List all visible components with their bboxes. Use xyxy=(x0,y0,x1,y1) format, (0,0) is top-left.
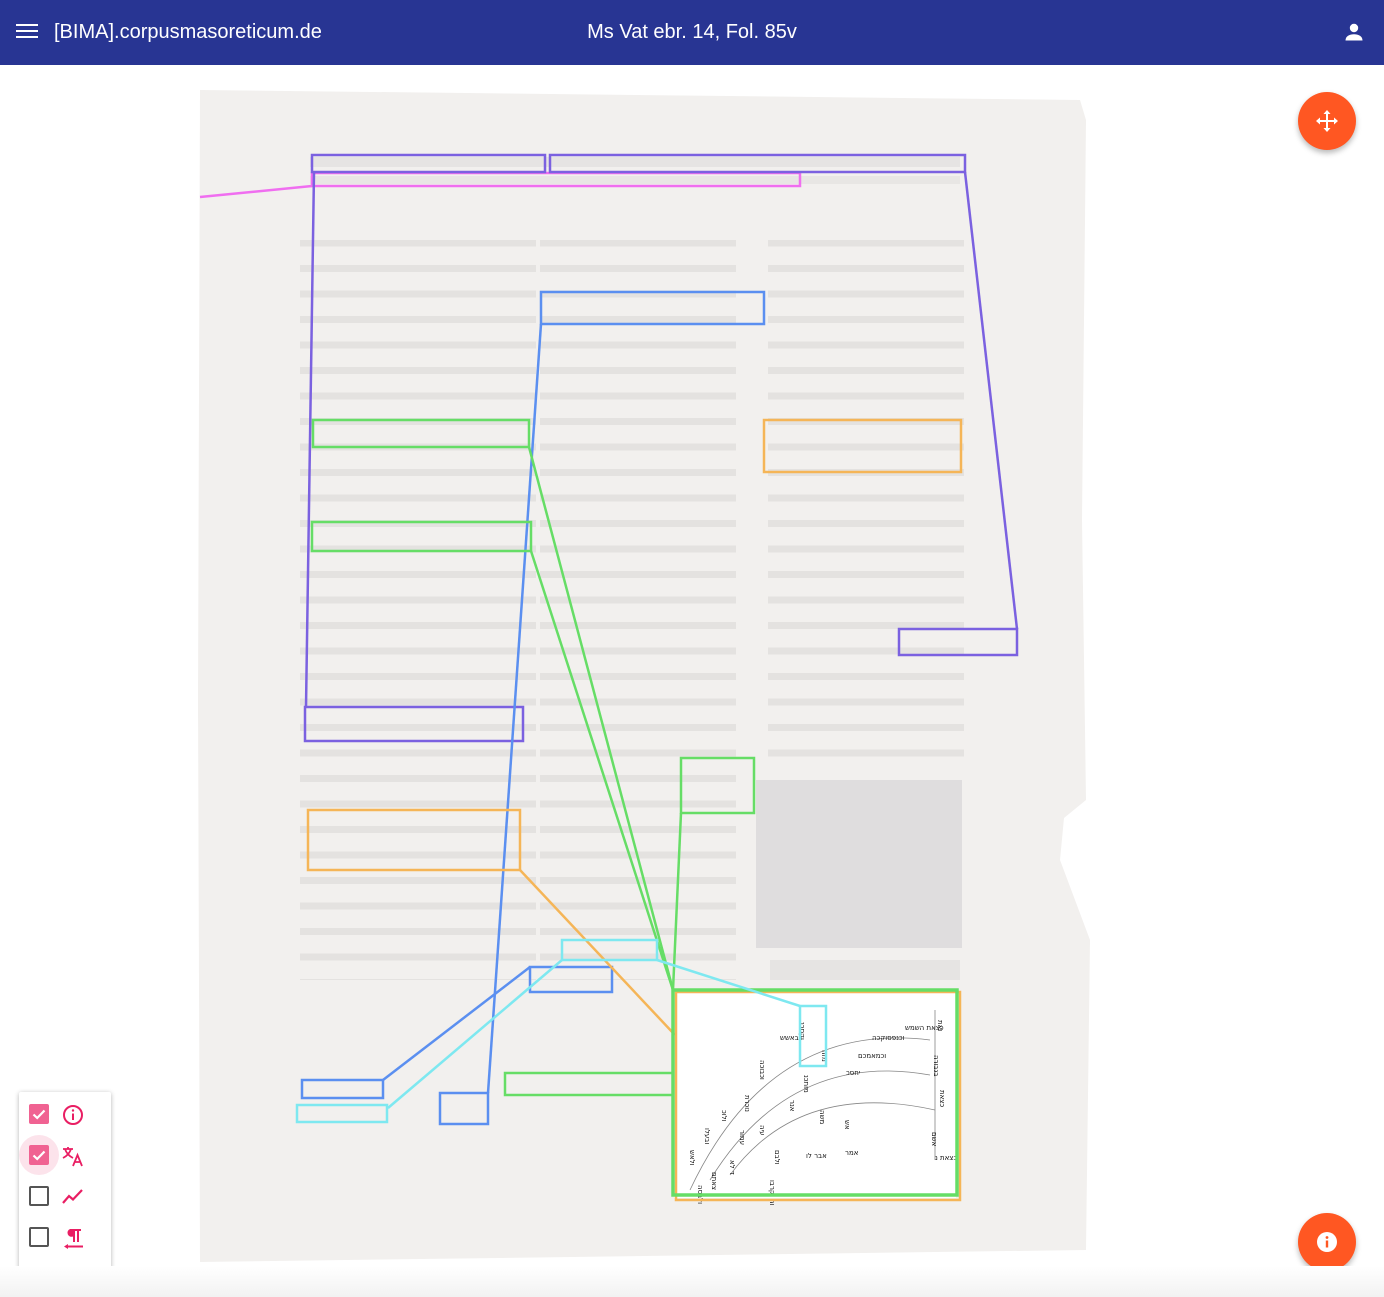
app-bar: [BIMA].corpusmasoreticum.de Ms Vat ebr. … xyxy=(0,0,1384,65)
menu-icon[interactable] xyxy=(14,20,40,44)
diagram-label: כצאת xyxy=(938,1090,946,1107)
diagram-label: ולבם xyxy=(773,1150,781,1165)
diagram-label: ולאש xyxy=(688,1150,696,1166)
layer-row-text xyxy=(19,1219,111,1255)
layer-row-graph xyxy=(19,1178,111,1214)
trend-line-icon xyxy=(61,1185,85,1209)
diagram-label: אש xyxy=(843,1120,851,1130)
manuscript-canvas[interactable]: ואתוכנפסוקכהכצאת השמשבגבורהוכמאמכםמזהמות… xyxy=(0,65,1384,1297)
site-title[interactable]: [BIMA].corpusmasoreticum.de xyxy=(54,21,322,44)
diagram-label: מותכנ xyxy=(802,1075,810,1093)
diagram-label: אנר xyxy=(788,1100,796,1112)
paragraph-icon xyxy=(61,1226,85,1250)
diagram-label: וכמאמכם xyxy=(858,1052,886,1060)
info-icon xyxy=(1317,1232,1337,1252)
layer-row-translation xyxy=(19,1135,111,1175)
diagram-label: וה וקרבו xyxy=(768,1180,776,1206)
account-icon[interactable] xyxy=(1342,20,1366,44)
bottom-edge xyxy=(0,1266,1384,1297)
layer-checkbox-translation[interactable] xyxy=(29,1145,49,1165)
diagram-label: יחסכ xyxy=(846,1069,861,1077)
diagram-label: וכבוכה xyxy=(758,1060,766,1080)
diagram-label: ובעלו xyxy=(703,1128,711,1144)
layer-row-info xyxy=(19,1096,111,1132)
manuscript-viewer[interactable]: ואת וכנפסוקכה כצאת השמש בגבורה וכמאמכם מזה מות… xyxy=(0,65,1384,1297)
layer-checkbox-text[interactable] xyxy=(29,1227,49,1247)
translate-icon xyxy=(61,1144,85,1168)
diagram-label: משה xyxy=(818,1110,826,1125)
diagram-label: בגבורה xyxy=(932,1055,940,1076)
move-button[interactable] xyxy=(1298,92,1356,150)
diagram-label: ולוכ xyxy=(720,1110,728,1122)
miniature-illumination xyxy=(756,780,962,948)
info-circle-icon xyxy=(61,1103,85,1127)
diagram-label: וכנפסוקכה xyxy=(872,1034,905,1042)
diagram-label: אבר לו xyxy=(806,1152,827,1160)
diagram-label: נוכרת xyxy=(743,1095,751,1112)
layer-checkbox-info[interactable] xyxy=(29,1104,49,1124)
micrography-diagram xyxy=(674,990,956,1198)
info-button[interactable] xyxy=(1298,1213,1356,1271)
diagram-label: צאתם xyxy=(710,1172,718,1190)
diagram-label: עיה xyxy=(758,1125,766,1136)
diagram-label: ד לא xyxy=(728,1160,736,1175)
diagram-label: כצאת נ xyxy=(935,1154,957,1162)
move-arrows-icon xyxy=(1316,110,1338,132)
layer-checkbox-graph[interactable] xyxy=(29,1186,49,1206)
diagram-label: אמר xyxy=(845,1149,859,1157)
layer-panel xyxy=(19,1092,111,1277)
diagram-label: אשם xyxy=(930,1132,938,1147)
diagram-label: כצאת השמש xyxy=(905,1024,944,1032)
diagram-label: עמור xyxy=(738,1130,746,1145)
